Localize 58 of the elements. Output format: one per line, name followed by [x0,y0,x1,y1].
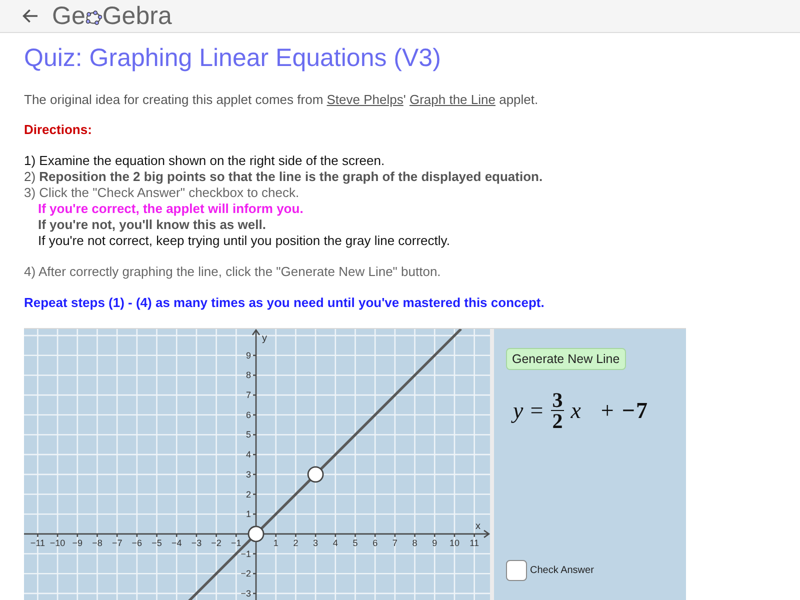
y-tick-label: 3 [246,469,251,480]
x-tick-label: 10 [449,538,460,548]
pentagon-logo-icon [85,10,102,25]
x-tick-label: −6 [132,538,142,548]
x-tick-label: 7 [392,538,398,548]
instruction-line: 1) Examine the equation shown on the right side of the screen. [24,153,386,169]
instruction-line: If you're correct, the applet will inform you. [37,201,304,217]
page-title: Quiz: Graphing Linear Equations (V3) [24,43,442,74]
directions-heading: Directions: [24,122,93,138]
graph-line[interactable] [188,329,462,600]
x-tick-label: −8 [92,538,102,548]
x-tick-label: 3 [313,538,318,548]
x-tick-label: 1 [273,538,278,548]
instruction-line: 4) After correctly graphing the line, click the "Generate New Line" button. [24,264,442,280]
text-link[interactable]: Steve Phelps [326,92,404,107]
y-tick-label: 4 [246,450,251,460]
x-tick-label: 4 [332,538,338,548]
y-tick-label: 9 [246,350,251,360]
x-tick-label: −9 [72,538,83,548]
draggable-point[interactable] [307,466,324,483]
y-tick-label: 1 [246,509,251,520]
x-axis-label: x [476,520,480,532]
intro-paragraph: The original idea for creating this applet comes from Steve Phelps' Graph the Line applet. [24,92,540,108]
y-tick-label: −1 [240,548,251,559]
x-tick-label: 8 [412,538,418,548]
check-answer-checkbox[interactable] [506,560,527,581]
x-tick-label: −10 [50,538,66,548]
x-tick-label: 11 [470,538,479,548]
draggable-point[interactable] [248,526,264,542]
y-tick-label: 2 [246,489,251,500]
x-tick-label: −3 [191,538,202,548]
instruction-line: If you're not correct, keep trying until you position the gray line correctly. [37,233,451,249]
y-tick-label: 6 [246,410,251,420]
y-tick-label: 5 [246,430,251,440]
generate-new-line-button[interactable]: Generate New Line [506,348,626,370]
x-tick-label: −11 [30,538,45,548]
back-arrow-icon[interactable] [22,9,38,23]
instruction-line: 2) Reposition the 2 big points so that the line is the graph of the displayed equation. [24,169,544,185]
x-tick-label: 9 [432,538,438,548]
instruction-line: 3) Click the "Check Answer" checkbox to check. [24,185,300,201]
y-tick-label: −3 [240,588,251,598]
y-tick-label: 7 [246,390,251,400]
text-link[interactable]: Graph the Line [409,92,496,107]
y-tick-label: −2 [240,568,251,579]
x-tick-label: −1 [231,538,242,548]
x-tick-label: −2 [211,538,222,548]
x-tick-label: 2 [293,538,298,548]
logo-link[interactable]: Ge Gebra [52,1,172,31]
x-tick-label: −4 [172,538,182,548]
checkbox-label: Check Answer [530,565,594,576]
x-tick-label: −7 [112,538,122,548]
y-tick-label: 8 [246,370,251,380]
repeat-note: Repeat steps (1) - (4) as many times as you need until you've mastered this concept. [24,295,546,311]
instruction-line: If you're not, you'll know this as well. [37,217,267,233]
x-tick-label: −5 [152,538,162,548]
x-tick-label: 5 [352,538,358,548]
y-axis-label: y [262,333,267,344]
x-tick-label: 6 [372,538,378,548]
